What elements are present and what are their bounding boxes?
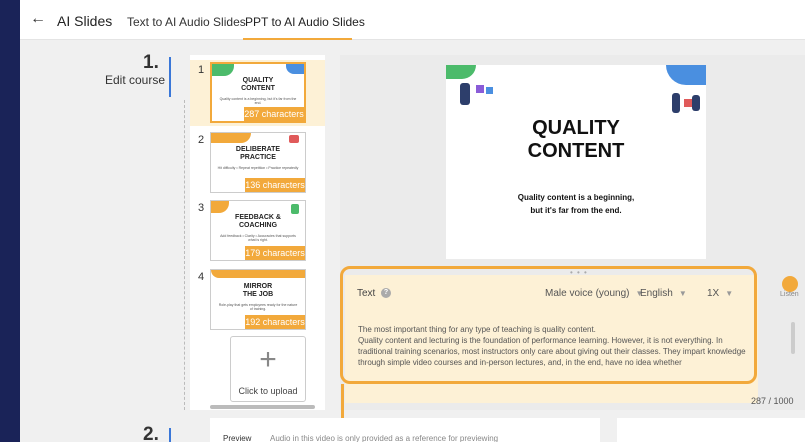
slide-preview: QUALITY CONTENT Quality content is a begi… <box>446 65 706 259</box>
slide-thumbnail[interactable]: MIRROR THE JOB Role-play that gets employ… <box>210 269 306 330</box>
text-scrollbar[interactable] <box>791 322 795 354</box>
orange-wave <box>211 270 305 278</box>
slide-item-3[interactable]: 3 FEEDBACK & COACHING Add feedback • Clar… <box>190 198 325 264</box>
app-title: AI Slides <box>57 13 113 29</box>
red-block <box>684 99 692 107</box>
upload-label: Click to upload <box>238 386 298 396</box>
thumb-title: FEEDBACK & COACHING <box>235 214 281 229</box>
char-count-badge: 192 characters <box>245 315 305 329</box>
green-shape <box>212 64 234 76</box>
sidebar-scrollbar[interactable] <box>210 405 315 409</box>
tab-ppt-to-audio-slides[interactable]: PPT to AI Audio Slides <box>245 15 365 29</box>
highlight-box <box>340 266 757 384</box>
thumb-subtitle: Add feedback • Clarity • Accuracies that… <box>220 234 296 242</box>
char-counter: 287 / 1000 <box>751 396 794 406</box>
preview-side-card <box>617 418 805 442</box>
step-2-bar <box>169 428 171 442</box>
purple-block <box>476 85 484 93</box>
blue-block <box>486 87 493 94</box>
orange-shape <box>211 201 229 213</box>
thumb-title: MIRROR THE JOB <box>242 283 274 298</box>
slide-item-4[interactable]: 4 MIRROR THE JOB Role-play that gets empl… <box>190 267 325 333</box>
slide-thumbnail[interactable]: QUALITY CONTENT Quality content is a begi… <box>210 62 306 123</box>
step-1-label: Edit course <box>105 73 166 87</box>
preview-title: QUALITY CONTENT <box>527 117 625 162</box>
person-illustration <box>692 95 700 111</box>
plus-icon: + <box>259 343 277 376</box>
red-shape <box>289 135 299 143</box>
arrow-left-icon[interactable]: ← <box>30 10 46 28</box>
thumb-subtitle: Hit difficulty • Repeat repetition • Pra… <box>217 166 299 170</box>
slide-item-1[interactable]: 1 QUALITY CONTENT Quality content is a be… <box>190 60 325 126</box>
blue-shape <box>286 64 304 74</box>
slide-index: 1 <box>198 64 205 76</box>
preview-card: Preview Audio in this video is only prov… <box>210 418 600 442</box>
green-shape <box>291 204 299 214</box>
slide-list: 1 QUALITY CONTENT Quality content is a be… <box>190 55 325 410</box>
thumb-subtitle: Role-play that gets employees ready for … <box>218 303 298 311</box>
preview-note: Audio in this video is only provided as … <box>270 434 499 442</box>
thumb-subtitle: Quality content is a beginning, but it's… <box>219 97 297 105</box>
preview-label: Preview <box>223 434 252 442</box>
char-count-badge: 179 characters <box>245 246 305 260</box>
preview-subtitle: Quality content is a beginning, but it's … <box>517 193 635 215</box>
listen-label: Listen <box>780 291 799 298</box>
step-2-number: 2. <box>143 424 159 442</box>
slide-index: 2 <box>198 134 205 146</box>
tab-text-to-audio-slides[interactable]: Text to AI Audio Slides <box>127 15 246 29</box>
slide-index: 3 <box>198 202 205 214</box>
char-count-badge: 136 characters <box>245 178 305 192</box>
app-window: ← AI Slides Text to AI Audio Slides PPT … <box>20 0 805 442</box>
green-shape <box>446 65 476 79</box>
thumb-title: DELIBERATE PRACTICE <box>235 146 281 161</box>
person-illustration <box>672 93 680 113</box>
slide-item-2[interactable]: 2 DELIBERATE PRACTICE Hit difficulty • Re… <box>190 130 325 196</box>
slide-thumbnail[interactable]: FEEDBACK & COACHING Add feedback • Clarit… <box>210 200 306 261</box>
slide-thumbnail[interactable]: DELIBERATE PRACTICE Hit difficulty • Repe… <box>210 132 306 193</box>
person-illustration <box>460 83 470 105</box>
orange-shape <box>211 133 251 143</box>
play-icon <box>782 276 798 292</box>
step-1-number: 1. <box>143 52 159 73</box>
slide-index: 4 <box>198 271 205 283</box>
char-count-badge: 287 characters <box>244 107 304 121</box>
step-connector <box>184 100 185 410</box>
active-tab-underline <box>243 38 352 40</box>
listen-button[interactable]: Listen <box>780 276 800 300</box>
step-1-bar <box>169 57 171 97</box>
blue-shape <box>666 65 706 85</box>
upload-button[interactable]: + Click to upload <box>230 336 306 402</box>
top-bar: ← AI Slides Text to AI Audio Slides PPT … <box>20 0 805 40</box>
thumb-title: QUALITY CONTENT <box>241 77 275 92</box>
